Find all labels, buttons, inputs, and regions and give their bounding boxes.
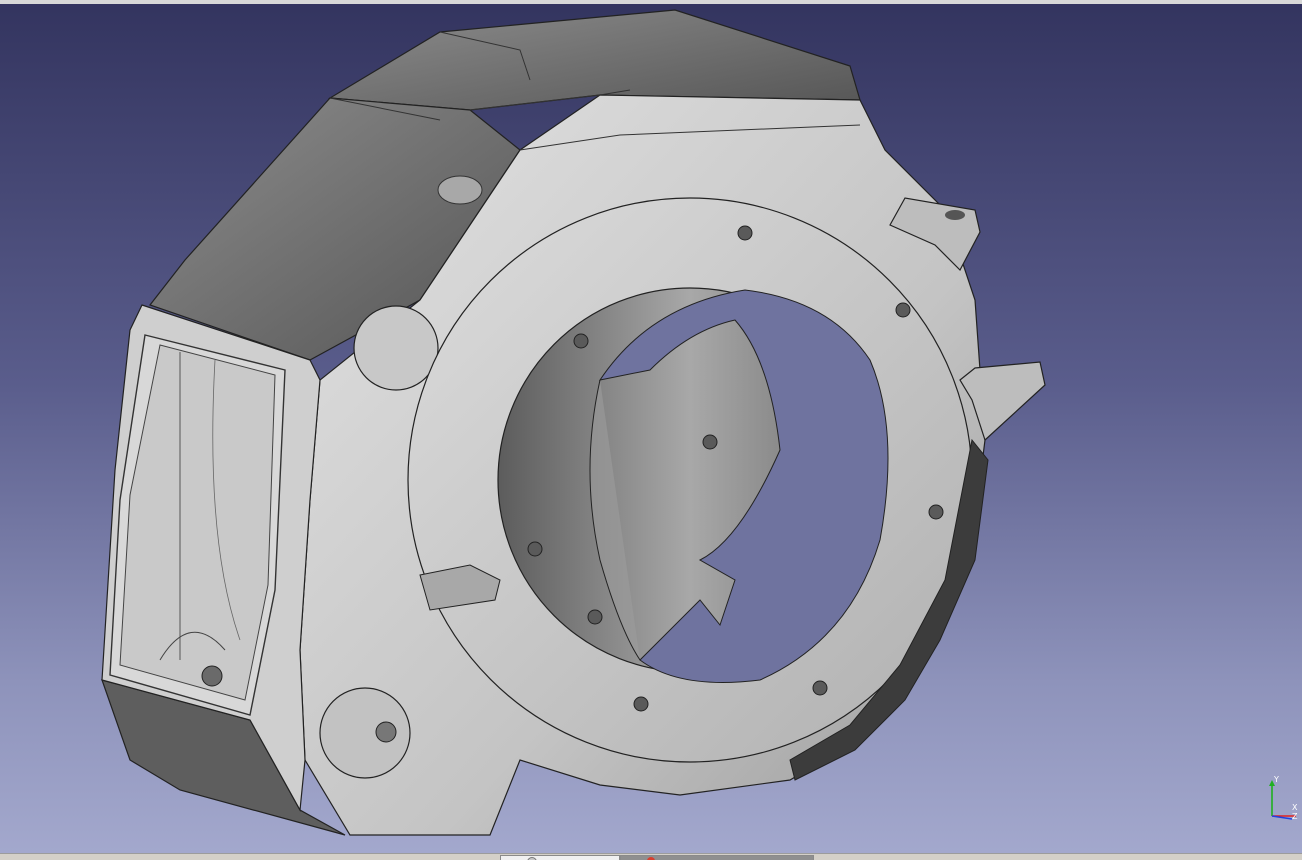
axis-x-label: X — [1292, 803, 1298, 812]
3d-model-housing[interactable] — [0, 0, 1302, 853]
tab-document-1[interactable] — [500, 855, 620, 860]
frame-hole — [201, 665, 223, 687]
top-box — [328, 9, 861, 111]
boss-upper — [353, 305, 439, 391]
axis-indicator: Y X Z — [1262, 772, 1300, 824]
axis-y-label: Y — [1274, 775, 1279, 784]
tab-document-2[interactable] — [620, 855, 814, 860]
3d-viewport[interactable]: Y X Z — [0, 0, 1302, 853]
document-tab-bar — [0, 853, 1302, 860]
axis-z-label: Z — [1292, 812, 1298, 821]
boss-lower — [319, 687, 411, 779]
